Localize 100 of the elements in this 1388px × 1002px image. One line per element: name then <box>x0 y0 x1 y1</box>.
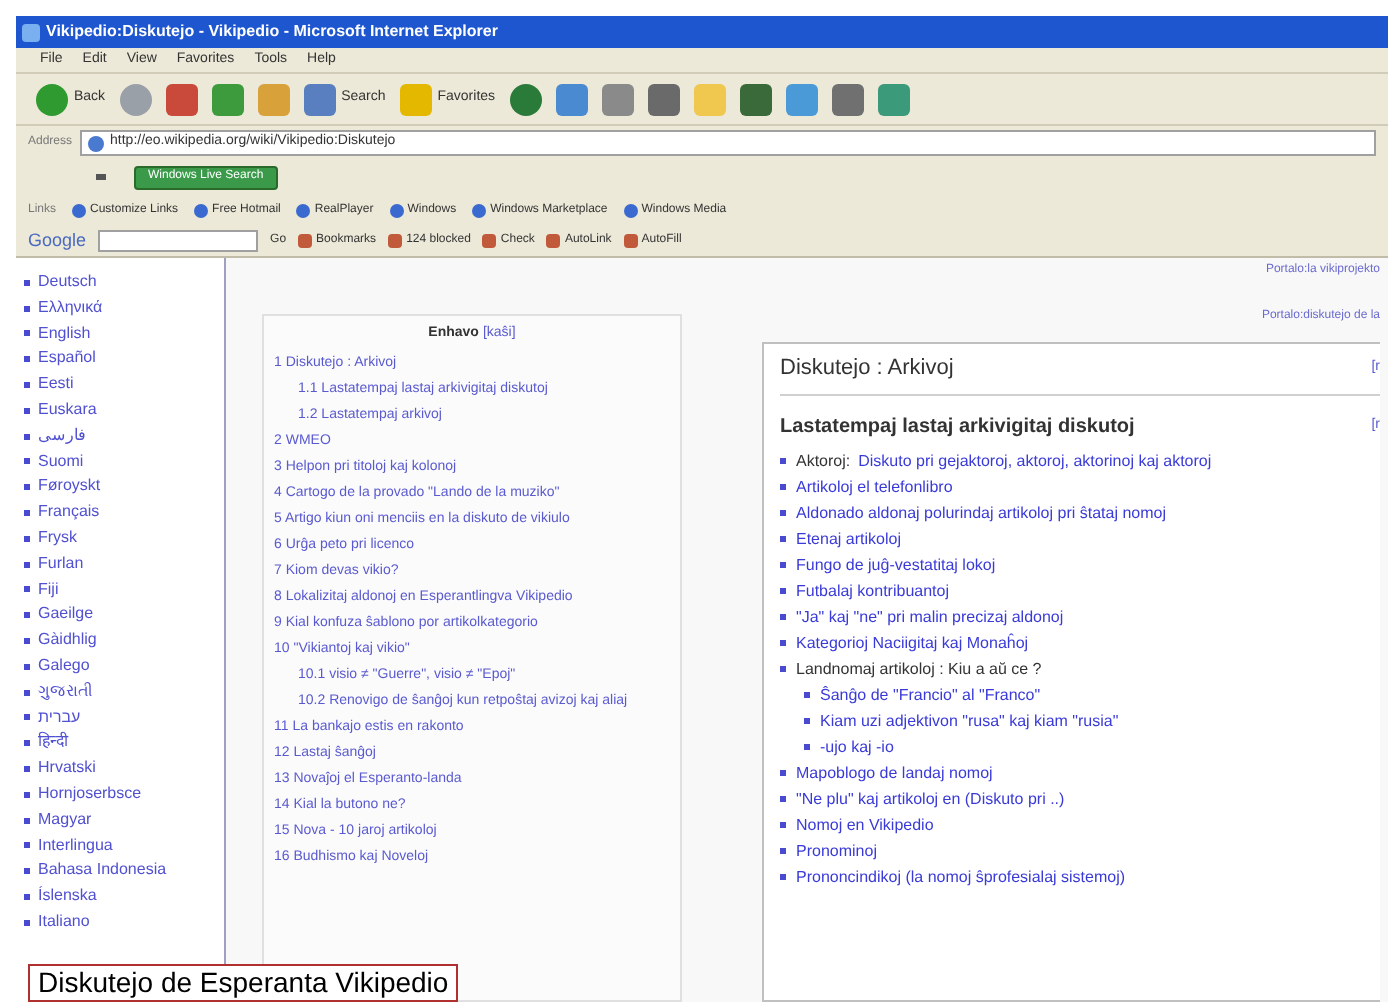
bullet-icon <box>24 535 30 542</box>
archive-link[interactable]: Fungo de juĝ-vestatitaj lokoj <box>796 552 996 578</box>
language-link[interactable]: Deutsch <box>38 270 97 296</box>
language-link[interactable]: Hornjoserbsce <box>38 781 142 808</box>
archive-link[interactable]: Diskuto pri gejaktoroj, aktoroj, aktorinoj kaj aktoroj <box>858 448 1212 474</box>
bullet-icon <box>780 510 786 516</box>
language-link[interactable]: Gàidhlig <box>38 628 97 654</box>
archive-link[interactable]: Kategorioj Naciigitaj kaj Monaĥoj <box>796 630 1029 656</box>
toolbar-icon <box>831 83 864 115</box>
language-link[interactable]: Íslenska <box>38 884 97 910</box>
archive-link[interactable]: "Ne plu" kaj artikoloj en (Diskuto pri ..) <box>796 786 1065 812</box>
archive-link[interactable]: "Ja" kaj "ne" pri malin precizaj aldonoj <box>796 604 1064 630</box>
toolbar-icon <box>36 83 68 115</box>
caption: Diskutejo de Esperanta Vikipedio <box>28 964 459 1002</box>
toolbar-button[interactable] <box>165 83 198 115</box>
language-link[interactable]: English <box>38 321 91 347</box>
toolbar-icon <box>211 83 244 115</box>
toolbar-button[interactable] <box>119 83 152 115</box>
bullet-icon <box>780 640 786 646</box>
archive-link[interactable]: Prononcindikoj (la nomoj ŝprofesialaj sistemoj) <box>796 864 1126 890</box>
toolbar-icon <box>546 234 561 248</box>
bullet-icon <box>24 868 30 875</box>
toolbar-button[interactable] <box>647 83 680 115</box>
language-link[interactable]: Interlingua <box>38 833 113 859</box>
language-link[interactable]: Ελληνικά <box>38 295 103 322</box>
bullet-icon <box>24 586 30 593</box>
archive-link[interactable]: Nomoj en Vikipedio <box>796 812 934 838</box>
archive-link[interactable]: Pronominoj <box>796 838 877 864</box>
toolbar-icon <box>623 234 638 248</box>
language-link[interactable]: Føroyskt <box>38 474 101 501</box>
toolbar-button[interactable] <box>601 83 634 115</box>
archive-link[interactable]: Etenaj artikoloj <box>796 526 901 552</box>
toolbar-icon <box>509 83 542 115</box>
language-link[interactable]: Gaeilge <box>38 602 94 629</box>
bullet-icon <box>24 458 30 465</box>
toolbar-icon <box>482 234 497 248</box>
toolbar-button[interactable] <box>509 83 542 115</box>
toolbar-button[interactable] <box>785 83 818 115</box>
language-link[interactable]: हिन्दी <box>38 730 68 757</box>
bullet-icon <box>24 842 30 849</box>
language-link[interactable]: Magyar <box>38 807 92 834</box>
bullet-icon <box>780 614 786 620</box>
bullet-icon <box>24 740 30 747</box>
language-link[interactable]: Furlan <box>38 551 84 578</box>
page-icon <box>72 203 87 217</box>
toolbar-icon <box>165 83 198 115</box>
bullet-icon <box>24 330 30 337</box>
bullet-icon <box>24 433 30 440</box>
language-link[interactable]: Hrvatski <box>38 756 96 782</box>
language-link[interactable]: Galego <box>38 653 90 680</box>
list-text: Aktoroj: <box>796 450 851 474</box>
bullet-icon <box>24 484 30 491</box>
language-link[interactable]: Frysk <box>38 525 78 552</box>
language-link[interactable]: Italiano <box>38 909 90 936</box>
page-icon <box>623 203 638 217</box>
bullet-icon <box>24 356 30 363</box>
toolbar-button[interactable] <box>831 83 864 115</box>
toolbar-icon <box>693 83 726 115</box>
bullet-icon <box>24 919 30 926</box>
bullet-icon <box>780 562 786 568</box>
bullet-icon <box>24 407 30 414</box>
bullet-icon <box>780 822 786 828</box>
bullet-icon <box>24 894 30 901</box>
language-link[interactable]: Español <box>38 346 96 373</box>
language-link[interactable]: Euskara <box>38 397 97 424</box>
toolbar-button[interactable] <box>211 83 244 115</box>
toolbar-icon <box>298 234 313 248</box>
archive-link[interactable]: Futbalaj kontribuantoj <box>796 578 949 604</box>
language-link[interactable]: Eesti <box>38 372 74 398</box>
archive-link[interactable]: Kiam uzi adjektivon "rusa" kaj kiam "rusia" <box>820 708 1119 734</box>
toolbar-button[interactable] <box>739 83 772 115</box>
language-link[interactable]: Fiji <box>38 577 59 603</box>
bullet-icon <box>780 848 786 854</box>
bullet-icon <box>780 536 786 542</box>
language-link[interactable]: Bahasa Indonesia <box>38 858 167 885</box>
toolbar-button[interactable] <box>555 83 588 115</box>
toolbar-icon <box>647 83 680 115</box>
archive-link[interactable]: -ujo kaj -io <box>820 734 894 760</box>
toolbar-button[interactable] <box>877 83 910 115</box>
toolbar-icon <box>555 83 588 115</box>
toolbar-icon <box>257 83 290 115</box>
window-title: Vikipedio:Diskutejo - Vikipedio - Microsoft Internet Explorer <box>46 20 498 44</box>
language-link[interactable]: Suomi <box>38 449 84 475</box>
subsection-heading: Lastatempaj lastaj arkivigitaj diskutoj <box>780 413 1135 441</box>
bullet-icon <box>24 689 30 696</box>
language-link[interactable]: עברית <box>38 705 81 731</box>
archive-link[interactable]: Mapoblogo de landaj nomoj <box>796 760 993 786</box>
language-link[interactable]: فارسی <box>38 423 86 450</box>
bullet-icon <box>24 766 30 773</box>
language-link[interactable]: Français <box>38 500 100 526</box>
google-search-field[interactable] <box>98 230 259 252</box>
bullet-icon <box>780 796 786 802</box>
archive-link[interactable]: Artikoloj el telefonlibro <box>796 474 953 500</box>
language-link[interactable]: ગુજરાતી <box>38 679 92 706</box>
bullet-icon <box>804 744 810 750</box>
bullet-icon <box>24 638 30 645</box>
toolbar-icon <box>877 83 910 115</box>
archive-link[interactable]: Ŝanĝo de "Francio" al "Franco" <box>820 682 1041 708</box>
bullet-icon <box>24 612 30 619</box>
archive-link[interactable]: Aldonado aldonaj polurindaj artikoloj pri ŝtataj nomoj <box>796 500 1167 526</box>
